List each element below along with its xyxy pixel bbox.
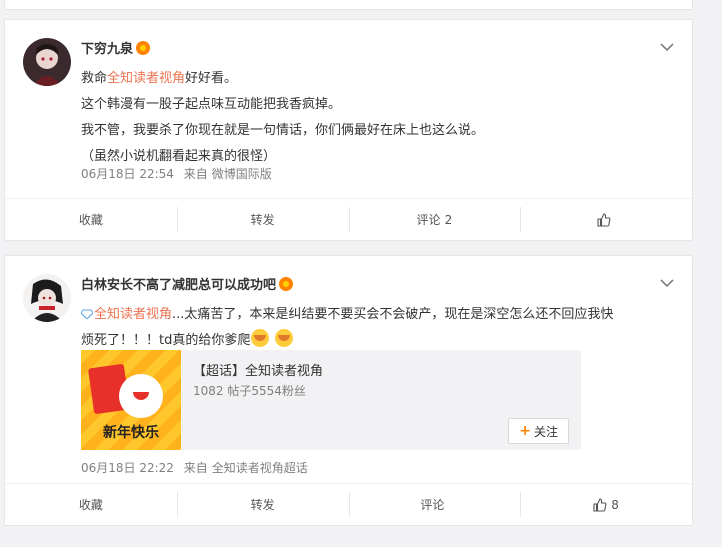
username-text[interactable]: 下穷九泉 — [81, 42, 133, 57]
post-card: 下穷九泉 救命全知读者视角好好看。 这个韩漫有一股子起点味互动能把我香疯掉。 我… — [4, 19, 693, 241]
repost-label: 转发 — [250, 213, 275, 227]
post-text-line: 救命全知读者视角好好看。 — [81, 71, 238, 86]
chevron-down-icon[interactable] — [660, 42, 674, 52]
collect-label: 收藏 — [78, 213, 103, 227]
post-text-line: 全知读者视角...太痛苦了，本来是纠结要不要买会不会破产，现在是深空怎么还不回应… — [81, 302, 672, 328]
comment-button[interactable]: 评论 2 — [348, 199, 521, 240]
topic-link[interactable]: 全知读者视角 — [94, 307, 172, 322]
emoji-icon — [251, 329, 270, 347]
follow-label: 关注 — [533, 424, 558, 439]
post-meta: 06月18日 22:54 来自 微博国际版 — [81, 165, 272, 182]
mascot-icon — [119, 374, 163, 418]
collect-label: 收藏 — [78, 498, 103, 512]
post-meta: 06月18日 22:22 来自 全知读者视角超话 — [81, 459, 308, 476]
comment-label: 评论 — [420, 498, 445, 512]
collect-button[interactable]: 收藏 — [5, 484, 177, 525]
thumbs-up-icon — [593, 497, 607, 512]
collect-button[interactable]: 收藏 — [5, 199, 177, 240]
source-prefix: 来自 — [183, 167, 208, 181]
thumbnail-text: 新年快乐 — [103, 425, 159, 441]
post-text: 全知读者视角...太痛苦了，本来是纠结要不要买会不会破产，现在是深空怎么还不回应… — [81, 302, 672, 354]
comment-label: 评论 — [416, 213, 441, 227]
like-count: 8 — [611, 497, 619, 512]
like-button[interactable]: 8 — [520, 484, 692, 525]
username[interactable]: 白林安长不高了减肥总可以成功吧 — [81, 274, 294, 293]
post-text-line: 我不管，我要杀了你现在就是一句情话，你们俩最好在床上也这么说。 — [81, 123, 485, 138]
repost-button[interactable]: 转发 — [176, 484, 349, 525]
post-card: 白林安长不高了减肥总可以成功吧 全知读者视角...太痛苦了，本来是纠结要不要买会… — [4, 255, 693, 526]
avatar[interactable] — [23, 274, 71, 322]
diamond-topic-icon — [81, 309, 93, 319]
repost-label: 转发 — [250, 498, 275, 512]
emoji-icon — [274, 329, 293, 347]
avatar-image — [23, 274, 71, 322]
post-text-line: 这个韩漫有一股子起点味互动能把我香疯掉。 — [81, 97, 342, 112]
action-bar: 收藏 转发 评论 2 — [5, 198, 692, 240]
avatar[interactable] — [23, 38, 71, 86]
topic-link[interactable]: 全知读者视角 — [107, 71, 185, 86]
post-source[interactable]: 微博国际版 — [212, 167, 272, 181]
post-text: 救命全知读者视角好好看。 这个韩漫有一股子起点味互动能把我香疯掉。 我不管，我要… — [81, 66, 672, 170]
action-bar: 收藏 转发 评论 8 — [5, 483, 692, 525]
follow-button[interactable]: + 关注 — [508, 418, 569, 444]
vip-badge-icon — [136, 41, 151, 55]
chevron-down-icon[interactable] — [660, 278, 674, 288]
post-time[interactable]: 06月18日 22:22 — [81, 461, 174, 475]
post-source[interactable]: 全知读者视角超话 — [212, 461, 308, 475]
super-topic-card[interactable]: 新年快乐 【超话】全知读者视角 1082 帖子5554粉丝 + 关注 — [81, 350, 581, 450]
thumbs-up-icon — [597, 212, 611, 227]
avatar-image — [23, 38, 71, 86]
comment-button[interactable]: 评论 — [348, 484, 521, 525]
previous-post-card-bottom — [4, 0, 693, 10]
post-time[interactable]: 06月18日 22:54 — [81, 167, 174, 181]
vip-badge-icon — [279, 277, 294, 291]
username[interactable]: 下穷九泉 — [81, 38, 151, 57]
source-prefix: 来自 — [183, 461, 208, 475]
super-topic-stats: 1082 帖子5554粉丝 — [193, 384, 306, 398]
comment-count: 2 — [444, 212, 453, 227]
repost-button[interactable]: 转发 — [176, 199, 349, 240]
plus-icon: + — [519, 423, 531, 439]
super-topic-title[interactable]: 【超话】全知读者视角 — [193, 360, 323, 379]
like-button[interactable] — [520, 199, 692, 240]
username-text[interactable]: 白林安长不高了减肥总可以成功吧 — [81, 278, 276, 293]
super-topic-thumbnail: 新年快乐 — [81, 350, 181, 450]
